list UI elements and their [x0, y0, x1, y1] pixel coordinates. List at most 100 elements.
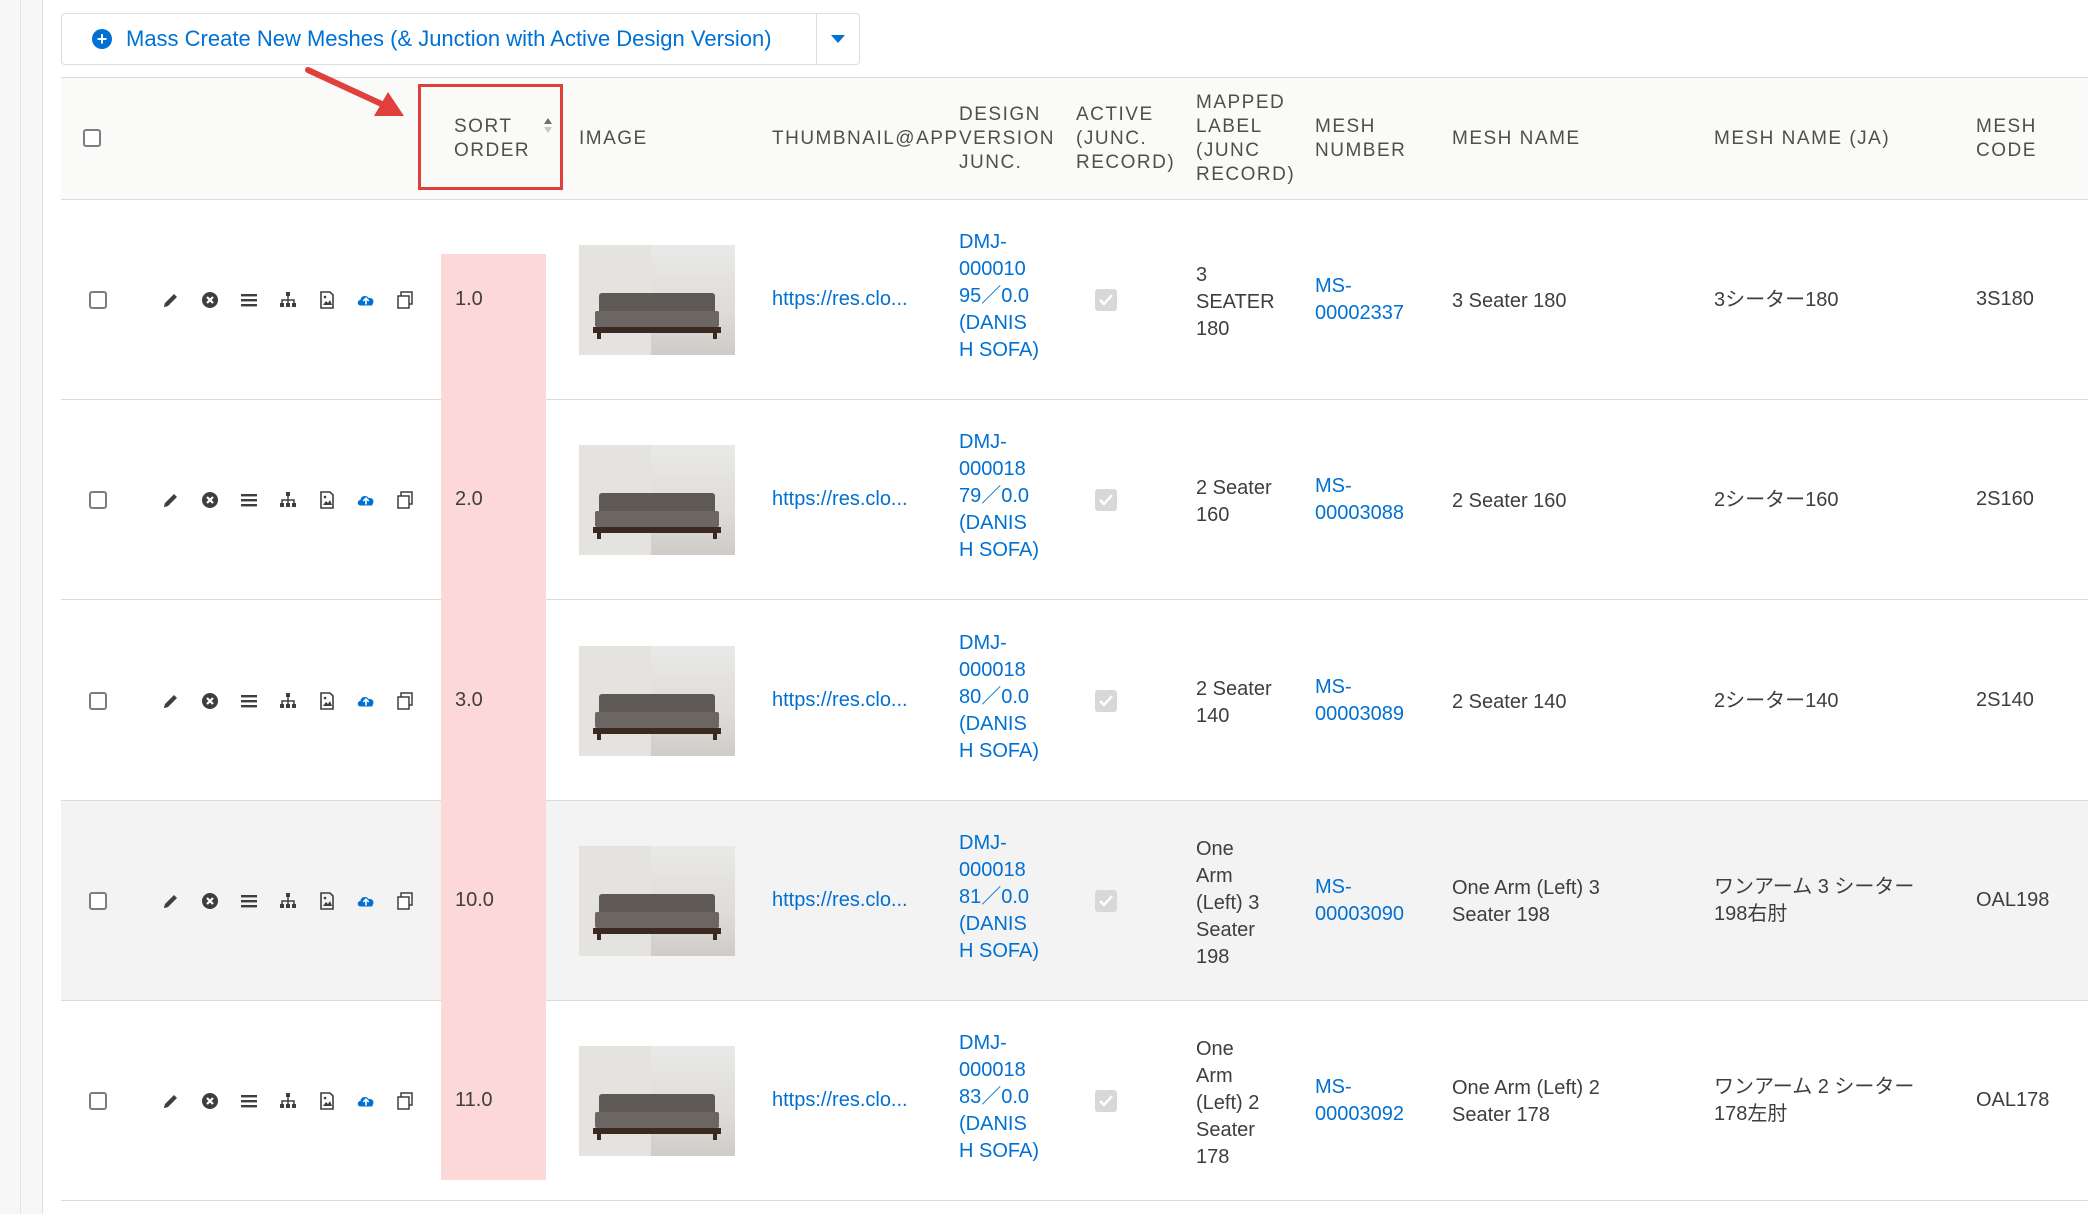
pencil-icon[interactable]: [161, 691, 181, 711]
text-line: 00003092: [1315, 1103, 1404, 1125]
text-line: ワンアーム 3 シーター: [1714, 876, 1915, 898]
design-version-link[interactable]: DMJ- 000018 80／0.0 (DANIS H SOFA): [959, 630, 1039, 765]
sort-order-value: 1.0: [455, 288, 483, 310]
mass-create-button[interactable]: + Mass Create New Meshes (& Junction wit…: [62, 14, 816, 64]
header-line: VERSION: [959, 128, 1056, 149]
text-line: 2 Seater: [1196, 477, 1272, 499]
copy-icon[interactable]: [395, 490, 415, 510]
text-line: MS-: [1315, 275, 1352, 297]
mesh-name-value: 3 Seater 180: [1452, 288, 1567, 315]
text-line: 198右肘: [1714, 903, 1788, 925]
mesh-name-value: 2 Seater 140: [1452, 689, 1567, 716]
column-header-active[interactable]: ACTIVE (JUNC. RECORD): [1076, 103, 1175, 175]
mesh-number-link[interactable]: MS- 00003092: [1315, 1074, 1404, 1128]
upload-cloud-icon[interactable]: [356, 891, 376, 911]
text-line: Arm: [1196, 1064, 1233, 1087]
row-actions: [161, 490, 434, 510]
column-header-mapped-label[interactable]: MAPPED LABEL (JUNC RECORD): [1196, 91, 1295, 187]
remove-icon[interactable]: [200, 691, 220, 711]
column-header-mesh-number[interactable]: MESH NUMBER: [1315, 115, 1406, 163]
row-actions: [161, 290, 434, 310]
hierarchy-icon[interactable]: [278, 1091, 298, 1111]
row-select-checkbox[interactable]: [89, 1092, 107, 1110]
column-header-mesh-name-ja[interactable]: MESH NAME (JA): [1714, 127, 1890, 151]
upload-cloud-icon[interactable]: [356, 691, 376, 711]
text-line: 00002337: [1315, 302, 1404, 324]
hierarchy-icon[interactable]: [278, 490, 298, 510]
row-select-checkbox[interactable]: [89, 291, 107, 309]
list-icon[interactable]: [239, 1091, 259, 1111]
thumbnail-link[interactable]: https://res.clo...: [772, 887, 908, 914]
design-version-link[interactable]: DMJ- 000018 81／0.0 (DANIS H SOFA): [959, 830, 1039, 965]
text-line: One: [1196, 1037, 1234, 1060]
text-line: 81／0.0: [959, 886, 1030, 908]
remove-icon[interactable]: [200, 891, 220, 911]
image-icon[interactable]: [317, 490, 337, 510]
header-line: CODE: [1976, 140, 2037, 161]
row-select-checkbox[interactable]: [89, 892, 107, 910]
hierarchy-icon[interactable]: [278, 290, 298, 310]
mesh-code-value: OAL198: [1976, 889, 2050, 911]
hierarchy-icon[interactable]: [278, 891, 298, 911]
image-icon[interactable]: [317, 290, 337, 310]
column-header-mesh-code[interactable]: MESH CODE: [1976, 115, 2037, 163]
text-line: (DANIS: [959, 913, 1027, 935]
copy-icon[interactable]: [395, 1091, 415, 1111]
remove-icon[interactable]: [200, 290, 220, 310]
column-header-mesh-name[interactable]: MESH NAME: [1452, 127, 1581, 151]
copy-icon[interactable]: [395, 691, 415, 711]
upload-cloud-icon[interactable]: [356, 490, 376, 510]
row-select-checkbox[interactable]: [89, 491, 107, 509]
text-line: One Arm (Left) 2: [1452, 1077, 1600, 1099]
copy-icon[interactable]: [395, 290, 415, 310]
remove-icon[interactable]: [200, 490, 220, 510]
text-line: (DANIS: [959, 312, 1027, 334]
select-all-checkbox[interactable]: [83, 129, 101, 147]
sort-order-value: 11.0: [455, 1089, 493, 1111]
column-header-design-version[interactable]: DESIGN VERSION JUNC.: [959, 103, 1055, 175]
remove-icon[interactable]: [200, 1091, 220, 1111]
header-line: (JUNC.: [1076, 128, 1148, 149]
text-line: DMJ-: [959, 1032, 1007, 1054]
header-line: (JUNC: [1196, 140, 1261, 161]
text-line: 3 Seater 180: [1452, 289, 1567, 312]
pencil-icon[interactable]: [161, 490, 181, 510]
mesh-number-link[interactable]: MS- 00003089: [1315, 674, 1404, 728]
list-icon[interactable]: [239, 691, 259, 711]
column-header-image[interactable]: IMAGE: [579, 127, 648, 151]
image-icon[interactable]: [317, 691, 337, 711]
thumbnail-link[interactable]: https://res.clo...: [772, 486, 908, 513]
header-line: MESH: [1976, 116, 2037, 137]
pencil-icon[interactable]: [161, 891, 181, 911]
hierarchy-icon[interactable]: [278, 691, 298, 711]
pencil-icon[interactable]: [161, 290, 181, 310]
thumbnail-link[interactable]: https://res.clo...: [772, 286, 908, 313]
header-line: LABEL: [1196, 116, 1263, 137]
mesh-number-link[interactable]: MS- 00003090: [1315, 874, 1404, 928]
row-select-checkbox[interactable]: [89, 692, 107, 710]
thumbnail-link[interactable]: https://res.clo...: [772, 687, 908, 714]
design-version-link[interactable]: DMJ- 000010 95／0.0 (DANIS H SOFA): [959, 229, 1039, 364]
image-icon[interactable]: [317, 1091, 337, 1111]
design-version-link[interactable]: DMJ- 000018 79／0.0 (DANIS H SOFA): [959, 429, 1039, 564]
copy-icon[interactable]: [395, 891, 415, 911]
thumbnail-link[interactable]: https://res.clo...: [772, 1087, 908, 1114]
mesh-number-link[interactable]: MS- 00003088: [1315, 473, 1404, 527]
pencil-icon[interactable]: [161, 1091, 181, 1111]
annotation-arrow-icon: [305, 67, 404, 116]
image-icon[interactable]: [317, 891, 337, 911]
upload-cloud-icon[interactable]: [356, 1091, 376, 1111]
list-icon[interactable]: [239, 490, 259, 510]
list-icon[interactable]: [239, 290, 259, 310]
upload-cloud-icon[interactable]: [356, 290, 376, 310]
text-line: One Arm (Left) 3: [1452, 877, 1600, 899]
sort-order-value: 2.0: [455, 488, 483, 510]
list-icon[interactable]: [239, 891, 259, 911]
text-line: DMJ-: [959, 832, 1007, 854]
text-line: 3: [1196, 263, 1208, 286]
column-header-thumbnail[interactable]: THUMBNAIL@APP: [772, 127, 959, 151]
mass-create-dropdown-button[interactable]: [817, 14, 859, 64]
design-version-link[interactable]: DMJ- 000018 83／0.0 (DANIS H SOFA): [959, 1030, 1039, 1165]
text-line: Seater 198: [1452, 904, 1550, 926]
mesh-number-link[interactable]: MS- 00002337: [1315, 273, 1404, 327]
